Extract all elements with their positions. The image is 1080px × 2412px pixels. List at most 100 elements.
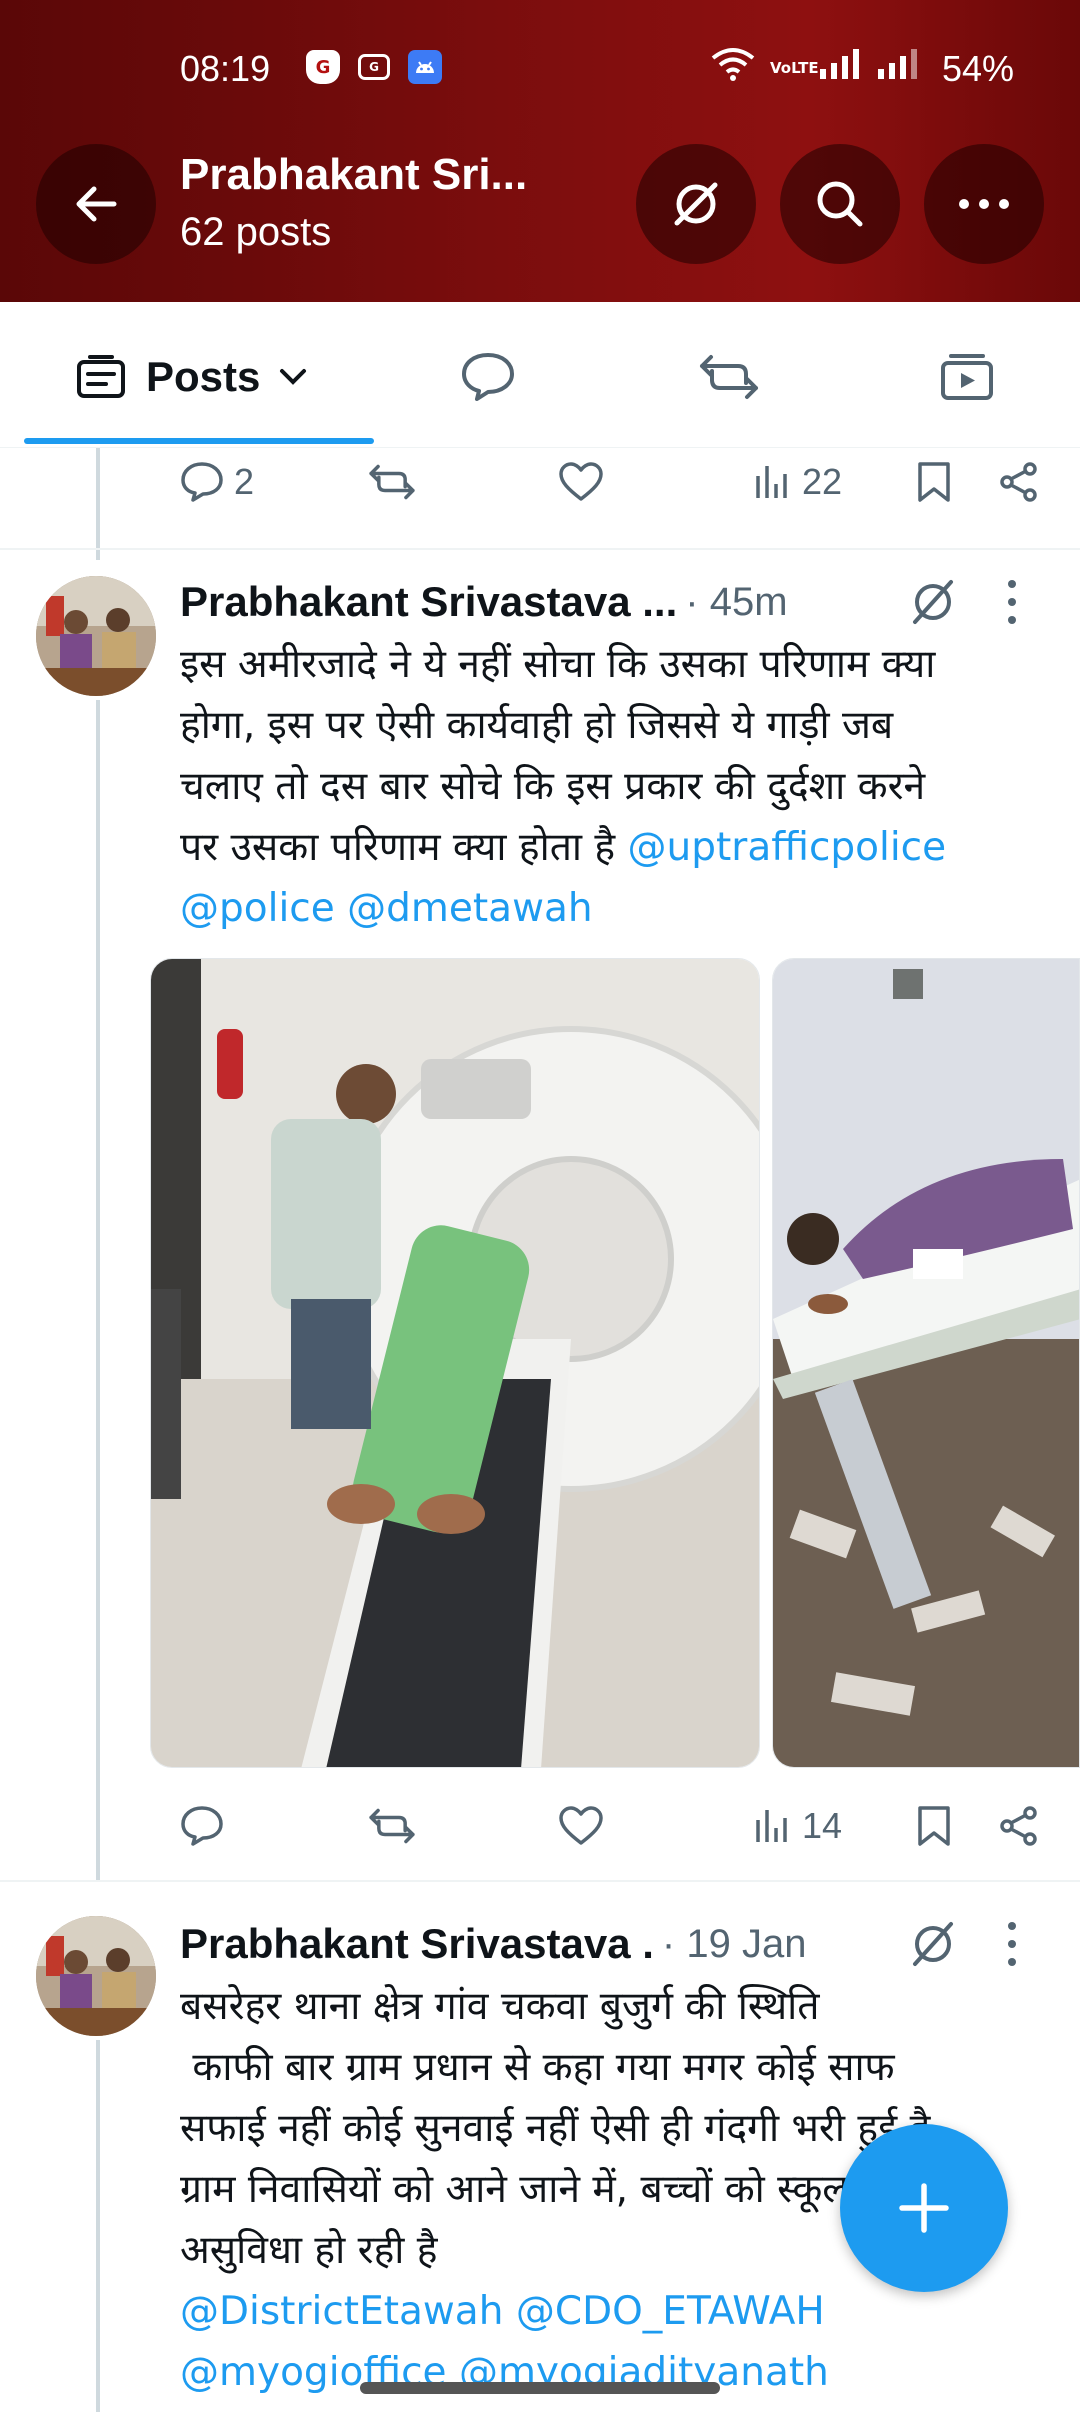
grok-icon xyxy=(674,182,718,226)
mention-link[interactable]: @CDO_ETAWAH xyxy=(516,2289,825,2334)
wifi-icon xyxy=(710,46,756,91)
tab-reposts[interactable] xyxy=(698,342,760,412)
tweet-line-text: पर उसका परिणाम क्या होता है xyxy=(180,825,628,870)
author-name[interactable]: Prabhakant Srivastava . xyxy=(180,1920,654,1968)
heart-icon xyxy=(559,462,603,501)
thread-line xyxy=(96,2040,100,2412)
share-icon xyxy=(1000,1806,1037,1846)
tweet-time[interactable]: · 19 Jan xyxy=(662,1922,807,1967)
like-button[interactable] xyxy=(558,452,604,512)
bookmark-icon xyxy=(918,462,950,502)
repost-icon xyxy=(369,1808,415,1844)
battery-level: 54% xyxy=(942,47,1015,89)
like-button[interactable] xyxy=(558,1796,604,1856)
mention-link[interactable]: @police xyxy=(180,886,335,931)
mention-link[interactable]: @DistrictEtawah xyxy=(180,2289,503,2334)
repost-icon xyxy=(369,464,415,500)
more-button[interactable] xyxy=(924,144,1044,264)
tweet-line: होगा, इस पर ऐसी कार्यवाही हो जिससे ये गा… xyxy=(180,703,894,748)
selected-tab-indicator xyxy=(24,438,374,444)
gesture-nav-bar[interactable] xyxy=(360,2382,720,2394)
thread-line xyxy=(96,700,100,1880)
tweet-line: पर उसका परिणाम क्या होता है @uptrafficpo… xyxy=(180,817,1040,878)
view-count: 14 xyxy=(802,1805,843,1846)
views-button[interactable]: 14 xyxy=(752,1796,842,1856)
thread-line xyxy=(96,448,100,560)
chevron-down-icon xyxy=(280,369,307,385)
share-button[interactable] xyxy=(998,1796,1040,1856)
mention-link[interactable]: @dmetawah xyxy=(347,886,592,931)
profile-header: 08:19 G G VoLTE 54% Prabhakant Sri... 62… xyxy=(0,0,1080,302)
notification-icons: G G xyxy=(306,50,442,84)
share-button[interactable] xyxy=(998,452,1040,512)
android-app-icon xyxy=(408,50,442,84)
tweet-time[interactable]: · 45m xyxy=(685,580,787,625)
compose-post-button[interactable] xyxy=(840,2124,1008,2292)
tweet-line: बसरेहर थाना क्षेत्र गांव चकवा बुजुर्ग की… xyxy=(180,1984,820,2029)
grok-button[interactable] xyxy=(636,144,756,264)
repost-button[interactable] xyxy=(368,452,416,512)
grok-explain-button[interactable] xyxy=(905,572,961,637)
repost-button[interactable] xyxy=(368,1796,416,1856)
bookmark-icon xyxy=(918,1806,950,1846)
patient-on-bed-photo[interactable] xyxy=(772,958,1080,1768)
tweet-text: इस अमीरजादे ने ये नहीं सोचा कि उसका परिण… xyxy=(180,634,1040,939)
avatar[interactable] xyxy=(36,1916,156,2036)
views-button[interactable]: 22 xyxy=(752,452,842,512)
tweet-actions: 14 xyxy=(180,1796,1050,1856)
status-bar: 08:19 G G VoLTE 54% xyxy=(0,40,1080,100)
post-count: 62 posts xyxy=(180,210,332,254)
grok-icon xyxy=(913,1922,953,1966)
views-icon xyxy=(756,466,787,498)
grok-explain-button[interactable] xyxy=(905,1914,961,1979)
sim-card-icon: G xyxy=(358,54,390,80)
volte-label: VoLTE xyxy=(770,59,819,77)
shield-app-icon: G xyxy=(306,50,340,84)
media-icon xyxy=(941,354,993,400)
tweet-header: Prabhakant Srivastava ... · 45m xyxy=(180,572,1060,632)
tab-media[interactable] xyxy=(940,342,994,412)
arrow-left-icon xyxy=(76,186,117,222)
profile-tabs: Posts xyxy=(0,302,1080,448)
posts-icon xyxy=(77,355,125,398)
back-button[interactable] xyxy=(36,144,156,264)
bookmark-button[interactable] xyxy=(916,1796,952,1856)
signal-icon xyxy=(818,47,862,90)
tweet-line: इस अमीरजादे ने ये नहीं सोचा कि उसका परिण… xyxy=(180,642,936,687)
grok-icon xyxy=(913,580,953,624)
profile-name: Prabhakant Sri... xyxy=(180,150,528,199)
tweet-more-button[interactable] xyxy=(1002,1914,1022,1979)
plus-icon xyxy=(899,2183,949,2233)
reply-button[interactable] xyxy=(180,1796,224,1856)
views-icon xyxy=(756,1810,787,1842)
tweet-divider xyxy=(0,548,1080,550)
share-icon xyxy=(1000,462,1037,502)
reply-count: 2 xyxy=(234,461,255,502)
tweet-line: काफी बार ग्राम प्रधान से कहा गया मगर कोई… xyxy=(180,2045,895,2090)
tab-replies[interactable] xyxy=(460,342,516,412)
more-horizontal-icon xyxy=(959,199,1009,209)
tweet-line: चलाए तो दस बार सोचे कि इस प्रकार की दुर्… xyxy=(180,764,926,809)
view-count: 22 xyxy=(802,461,843,502)
avatar[interactable] xyxy=(36,576,156,696)
search-icon xyxy=(817,181,863,227)
bookmark-button[interactable] xyxy=(916,452,952,512)
reply-bubble-icon xyxy=(462,353,514,401)
tweet-actions: 2 22 xyxy=(180,452,1050,512)
more-vertical-icon xyxy=(1008,1922,1016,1966)
mention-link[interactable]: @uptrafficpolice xyxy=(628,825,947,870)
status-right: VoLTE 54% xyxy=(710,46,1014,91)
tweet-line: @police @dmetawah xyxy=(180,878,1040,939)
reply-button[interactable]: 2 xyxy=(180,452,254,512)
status-time: 08:19 xyxy=(180,48,271,89)
tab-posts[interactable]: Posts xyxy=(76,342,308,412)
reply-icon xyxy=(181,1806,223,1846)
ct-scan-room-photo[interactable] xyxy=(150,958,760,1768)
search-button[interactable] xyxy=(780,144,900,264)
signal-icon-2 xyxy=(876,47,920,90)
tab-posts-label: Posts xyxy=(146,353,261,400)
author-name[interactable]: Prabhakant Srivastava ... xyxy=(180,578,677,626)
heart-icon xyxy=(559,1806,603,1845)
tweet-more-button[interactable] xyxy=(1002,572,1022,637)
repost-icon xyxy=(700,355,758,399)
